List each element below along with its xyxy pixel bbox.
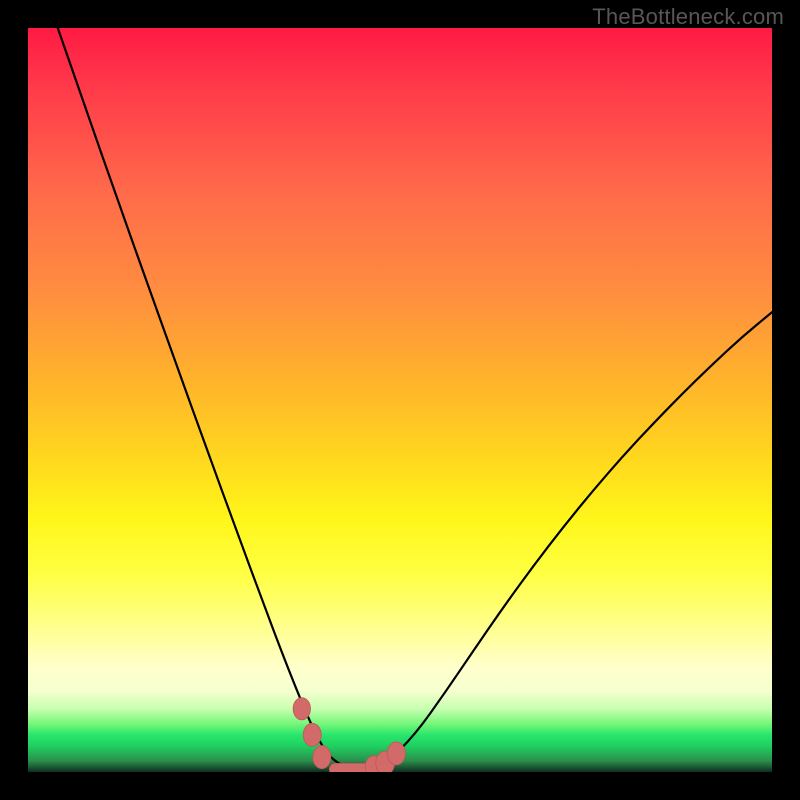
curve-marker	[313, 746, 331, 769]
plot-area	[28, 28, 772, 772]
bottleneck-curve-path	[58, 28, 772, 770]
curve-marker	[293, 698, 310, 720]
bottleneck-curve-svg	[28, 28, 772, 772]
curve-marker	[303, 723, 321, 746]
curve-markers	[293, 698, 405, 772]
chart-frame: TheBottleneck.com	[0, 0, 800, 800]
watermark-text: TheBottleneck.com	[592, 4, 784, 30]
curve-marker	[387, 742, 405, 765]
